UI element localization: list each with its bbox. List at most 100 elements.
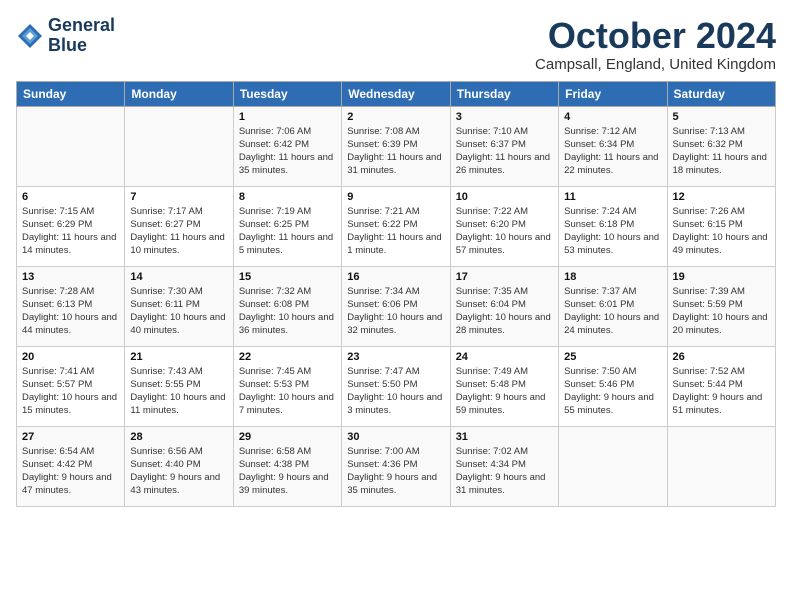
day-number: 3 [456,111,553,123]
day-number: 9 [347,191,444,203]
header-day: Sunday [17,81,125,106]
calendar-cell: 2 Sunrise: 7:08 AM Sunset: 6:39 PM Daylig… [342,106,450,186]
calendar-cell: 17Sunrise: 7:35 AM Sunset: 6:04 PM Dayli… [450,266,558,346]
calendar-cell: 9 Sunrise: 7:21 AM Sunset: 6:22 PM Daylig… [342,186,450,266]
cell-content: Sunrise: 7:39 AM Sunset: 5:59 PM Dayligh… [673,285,770,338]
day-number: 27 [22,431,119,443]
calendar-cell: 4 Sunrise: 7:12 AM Sunset: 6:34 PM Daylig… [559,106,667,186]
calendar-cell: 15 Sunrise: 7:32 AM Sunset: 6:08 PM Dayli… [233,266,341,346]
cell-content: Sunrise: 6:56 AM Sunset: 4:40 PM Dayligh… [130,445,227,498]
day-number: 2 [347,111,444,123]
calendar-cell: 18 Sunrise: 7:37 AM Sunset: 6:01 PM Dayli… [559,266,667,346]
cell-content: Sunrise: 7:32 AM Sunset: 6:08 PM Dayligh… [239,285,336,338]
day-number: 30 [347,431,444,443]
cell-content: Sunrise: 7:10 AM Sunset: 6:37 PM Dayligh… [456,125,553,178]
cell-content: Sunrise: 6:58 AM Sunset: 4:38 PM Dayligh… [239,445,336,498]
calendar-cell: 21 Sunrise: 7:43 AM Sunset: 5:55 PM Dayli… [125,346,233,426]
cell-content: Sunrise: 7:34 AM Sunset: 6:06 PM Dayligh… [347,285,444,338]
calendar-cell: 14 Sunrise: 7:30 AM Sunset: 6:11 PM Dayli… [125,266,233,346]
calendar-cell: 28 Sunrise: 6:56 AM Sunset: 4:40 PM Dayli… [125,426,233,506]
day-number: 4 [564,111,661,123]
calendar-cell: 10 Sunrise: 7:22 AM Sunset: 6:20 PM Dayli… [450,186,558,266]
cell-content: Sunrise: 7:49 AM Sunset: 5:48 PM Dayligh… [456,365,553,418]
calendar-cell: 12Sunrise: 7:26 AM Sunset: 6:15 PM Dayli… [667,186,775,266]
title-block: October 2024 Campsall, England, United K… [535,16,776,73]
cell-content: Sunrise: 7:30 AM Sunset: 6:11 PM Dayligh… [130,285,227,338]
calendar-week: 1 Sunrise: 7:06 AM Sunset: 6:42 PM Daylig… [17,106,776,186]
cell-content: Sunrise: 7:12 AM Sunset: 6:34 PM Dayligh… [564,125,661,178]
calendar-week: 13Sunrise: 7:28 AM Sunset: 6:13 PM Dayli… [17,266,776,346]
header-row: SundayMondayTuesdayWednesdayThursdayFrid… [17,81,776,106]
day-number: 28 [130,431,227,443]
cell-content: Sunrise: 6:54 AM Sunset: 4:42 PM Dayligh… [22,445,119,498]
page-header: General Blue October 2024 Campsall, Engl… [16,16,776,73]
calendar-cell [125,106,233,186]
calendar-header: SundayMondayTuesdayWednesdayThursdayFrid… [17,81,776,106]
cell-content: Sunrise: 7:00 AM Sunset: 4:36 PM Dayligh… [347,445,444,498]
day-number: 14 [130,271,227,283]
header-day: Monday [125,81,233,106]
header-day: Friday [559,81,667,106]
day-number: 19 [673,271,770,283]
cell-content: Sunrise: 7:47 AM Sunset: 5:50 PM Dayligh… [347,365,444,418]
day-number: 15 [239,271,336,283]
day-number: 31 [456,431,553,443]
month-title: October 2024 [535,16,776,56]
logo-line1: General [48,16,115,36]
logo-icon [16,22,44,50]
day-number: 5 [673,111,770,123]
cell-content: Sunrise: 7:22 AM Sunset: 6:20 PM Dayligh… [456,205,553,258]
day-number: 11 [564,191,661,203]
cell-content: Sunrise: 7:08 AM Sunset: 6:39 PM Dayligh… [347,125,444,178]
day-number: 17 [456,271,553,283]
calendar-table: SundayMondayTuesdayWednesdayThursdayFrid… [16,81,776,507]
calendar-cell: 20Sunrise: 7:41 AM Sunset: 5:57 PM Dayli… [17,346,125,426]
cell-content: Sunrise: 7:19 AM Sunset: 6:25 PM Dayligh… [239,205,336,258]
day-number: 8 [239,191,336,203]
cell-content: Sunrise: 7:26 AM Sunset: 6:15 PM Dayligh… [673,205,770,258]
header-day: Saturday [667,81,775,106]
header-day: Wednesday [342,81,450,106]
cell-content: Sunrise: 7:17 AM Sunset: 6:27 PM Dayligh… [130,205,227,258]
cell-content: Sunrise: 7:41 AM Sunset: 5:57 PM Dayligh… [22,365,119,418]
calendar-body: 1 Sunrise: 7:06 AM Sunset: 6:42 PM Daylig… [17,106,776,506]
location-title: Campsall, England, United Kingdom [535,56,776,73]
day-number: 6 [22,191,119,203]
calendar-cell: 11 Sunrise: 7:24 AM Sunset: 6:18 PM Dayli… [559,186,667,266]
cell-content: Sunrise: 7:45 AM Sunset: 5:53 PM Dayligh… [239,365,336,418]
calendar-cell [667,426,775,506]
logo: General Blue [16,16,115,56]
cell-content: Sunrise: 7:52 AM Sunset: 5:44 PM Dayligh… [673,365,770,418]
calendar-cell: 6Sunrise: 7:15 AM Sunset: 6:29 PM Daylig… [17,186,125,266]
calendar-cell: 22Sunrise: 7:45 AM Sunset: 5:53 PM Dayli… [233,346,341,426]
cell-content: Sunrise: 7:06 AM Sunset: 6:42 PM Dayligh… [239,125,336,178]
day-number: 1 [239,111,336,123]
calendar-cell: 1 Sunrise: 7:06 AM Sunset: 6:42 PM Daylig… [233,106,341,186]
calendar-cell: 31 Sunrise: 7:02 AM Sunset: 4:34 PM Dayli… [450,426,558,506]
logo-line2: Blue [48,36,115,56]
calendar-cell: 5 Sunrise: 7:13 AM Sunset: 6:32 PM Daylig… [667,106,775,186]
day-number: 21 [130,351,227,363]
day-number: 10 [456,191,553,203]
calendar-cell: 7Sunrise: 7:17 AM Sunset: 6:27 PM Daylig… [125,186,233,266]
calendar-cell [17,106,125,186]
cell-content: Sunrise: 7:21 AM Sunset: 6:22 PM Dayligh… [347,205,444,258]
day-number: 23 [347,351,444,363]
calendar-cell: 16 Sunrise: 7:34 AM Sunset: 6:06 PM Dayli… [342,266,450,346]
cell-content: Sunrise: 7:13 AM Sunset: 6:32 PM Dayligh… [673,125,770,178]
cell-content: Sunrise: 7:37 AM Sunset: 6:01 PM Dayligh… [564,285,661,338]
day-number: 25 [564,351,661,363]
calendar-cell: 3 Sunrise: 7:10 AM Sunset: 6:37 PM Daylig… [450,106,558,186]
cell-content: Sunrise: 7:28 AM Sunset: 6:13 PM Dayligh… [22,285,119,338]
cell-content: Sunrise: 7:02 AM Sunset: 4:34 PM Dayligh… [456,445,553,498]
cell-content: Sunrise: 7:43 AM Sunset: 5:55 PM Dayligh… [130,365,227,418]
day-number: 18 [564,271,661,283]
day-number: 24 [456,351,553,363]
header-day: Tuesday [233,81,341,106]
calendar-cell: 23 Sunrise: 7:47 AM Sunset: 5:50 PM Dayli… [342,346,450,426]
day-number: 16 [347,271,444,283]
calendar-week: 20Sunrise: 7:41 AM Sunset: 5:57 PM Dayli… [17,346,776,426]
calendar-cell: 8 Sunrise: 7:19 AM Sunset: 6:25 PM Daylig… [233,186,341,266]
calendar-cell: 24 Sunrise: 7:49 AM Sunset: 5:48 PM Dayli… [450,346,558,426]
cell-content: Sunrise: 7:24 AM Sunset: 6:18 PM Dayligh… [564,205,661,258]
